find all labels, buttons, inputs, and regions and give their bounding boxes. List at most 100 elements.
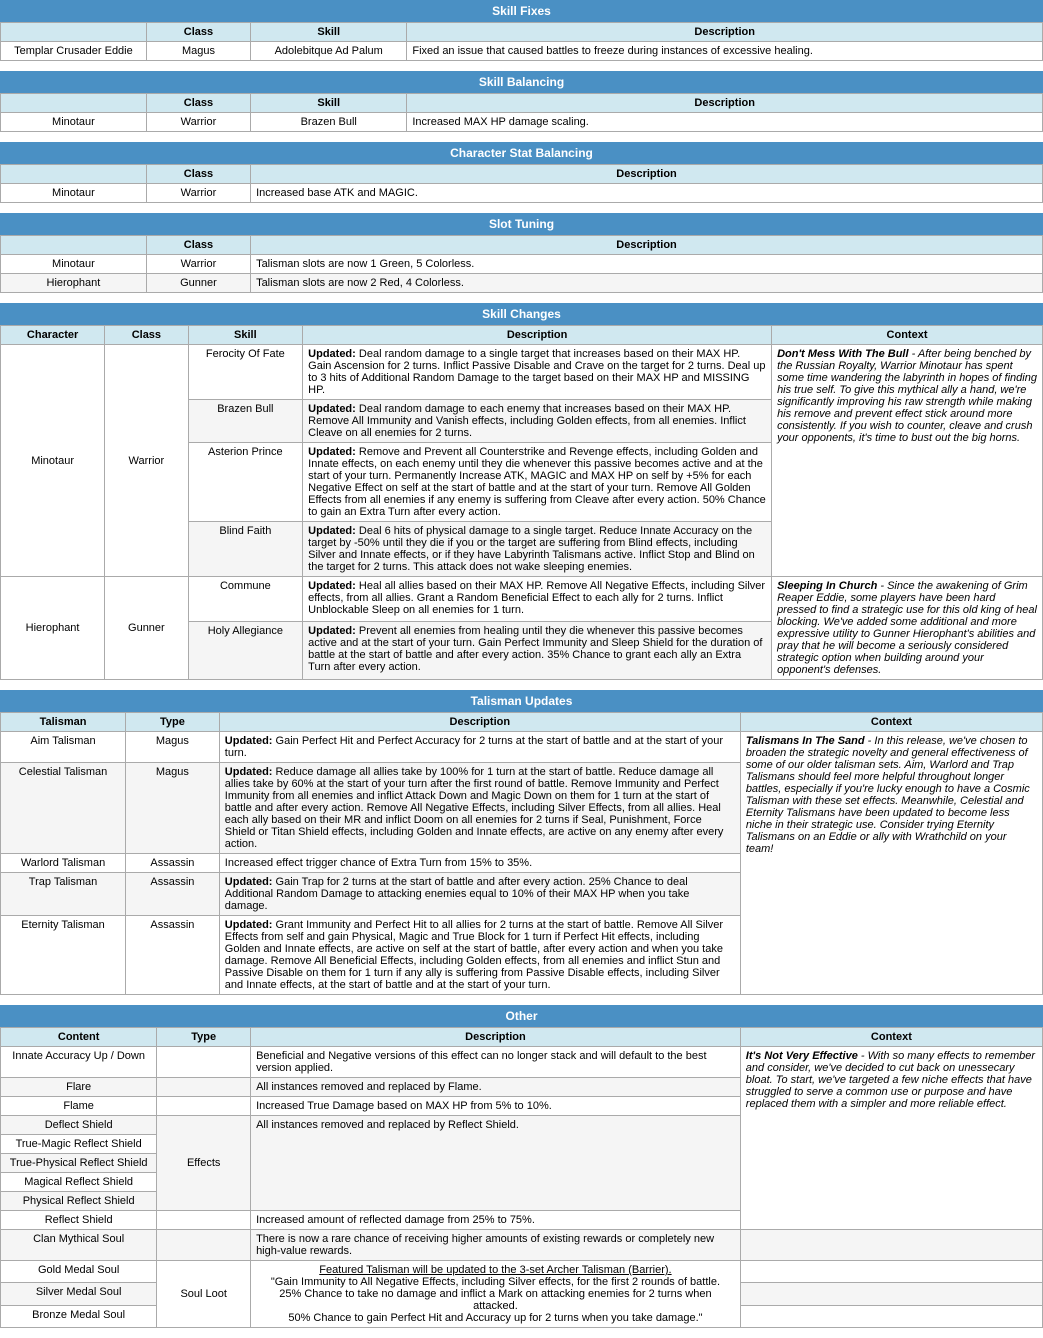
description: All instances removed and replaced by Re… (251, 1116, 741, 1211)
char-stat-header: Character Stat Balancing (0, 142, 1043, 164)
content-type (157, 1230, 251, 1261)
col-skill: Skill (251, 94, 407, 113)
table-row: Gold Medal Soul Soul Loot Featured Talis… (1, 1261, 1043, 1283)
col-description: Description (303, 326, 772, 345)
description: Increased MAX HP damage scaling. (407, 113, 1043, 132)
table-row: Minotaur Warrior Increased base ATK and … (1, 184, 1043, 203)
talisman-name: Trap Talisman (1, 873, 126, 916)
context-text: Don't Mess With The Bull - After being b… (772, 345, 1043, 577)
description: Updated: Gain Trap for 2 turns at the st… (219, 873, 740, 916)
skill-changes-section: Skill Changes Character Class Skill Desc… (0, 303, 1043, 680)
content-type: Soul Loot (157, 1261, 251, 1328)
col-skill: Skill (251, 23, 407, 42)
skill-name: Blind Faith (188, 522, 303, 577)
col-type: Type (126, 713, 220, 732)
col-content: Content (1, 1028, 157, 1047)
talisman-type: Magus (126, 763, 220, 854)
description: Updated: Prevent all enemies from healin… (303, 622, 772, 680)
col-context: Context (740, 713, 1042, 732)
skill-name: Asterion Prince (188, 443, 303, 522)
talisman-type: Assassin (126, 854, 220, 873)
class-name: Warrior (146, 255, 250, 274)
content-name: Reflect Shield (1, 1211, 157, 1230)
skill-balancing-header: Skill Balancing (0, 71, 1043, 93)
context-text: Sleeping In Church - Since the awakening… (772, 577, 1043, 680)
content-name: Deflect Shield (1, 1116, 157, 1135)
talisman-updates-header: Talisman Updates (0, 690, 1043, 712)
character-name: Minotaur (1, 255, 147, 274)
col-description: Description (407, 23, 1043, 42)
description: There is now a rare chance of receiving … (251, 1230, 741, 1261)
description: Increased effect trigger chance of Extra… (219, 854, 740, 873)
talisman-updates-section: Talisman Updates Talisman Type Descripti… (0, 690, 1043, 995)
description: All instances removed and replaced by Fl… (251, 1078, 741, 1097)
context-placeholder (740, 1230, 1042, 1261)
class-name: Warrior (146, 184, 250, 203)
table-row: Hierophant Gunner Commune Updated: Heal … (1, 577, 1043, 622)
content-name: Bronze Medal Soul (1, 1305, 157, 1327)
description: Increased amount of reflected damage fro… (251, 1211, 741, 1230)
character-name: Minotaur (1, 113, 147, 132)
talisman-name: Celestial Talisman (1, 763, 126, 854)
description: Updated: Deal 6 hits of physical damage … (303, 522, 772, 577)
skill-fixes-table: Class Skill Description Templar Crusader… (0, 22, 1043, 61)
talisman-type: Assassin (126, 916, 220, 995)
table-row: Innate Accuracy Up / Down Beneficial and… (1, 1047, 1043, 1078)
content-name: Flare (1, 1078, 157, 1097)
slot-tuning-header: Slot Tuning (0, 213, 1043, 235)
col-talisman: Talisman (1, 713, 126, 732)
character-name: Hierophant (1, 274, 147, 293)
talisman-name: Warlord Talisman (1, 854, 126, 873)
description: Updated: Reduce damage all allies take b… (219, 763, 740, 854)
skill-name: Adolebitque Ad Palum (251, 42, 407, 61)
col-skill: Skill (188, 326, 303, 345)
col-context: Context (740, 1028, 1042, 1047)
content-name: Gold Medal Soul (1, 1261, 157, 1283)
description: Updated: Heal all allies based on their … (303, 577, 772, 622)
content-name: Physical Reflect Shield (1, 1192, 157, 1211)
context-placeholder (740, 1261, 1042, 1283)
skill-balancing-section: Skill Balancing Class Skill Description … (0, 71, 1043, 132)
character-name: Templar Crusader Eddie (1, 42, 147, 61)
talisman-type: Magus (126, 732, 220, 763)
description: Updated: Gain Perfect Hit and Perfect Ac… (219, 732, 740, 763)
skill-name: Holy Allegiance (188, 622, 303, 680)
class-name: Warrior (146, 113, 250, 132)
table-row: Minotaur Warrior Talisman slots are now … (1, 255, 1043, 274)
col-class: Class (105, 326, 188, 345)
col-description: Description (407, 94, 1043, 113)
col-description: Description (219, 713, 740, 732)
skill-name: Brazen Bull (188, 400, 303, 443)
content-type (157, 1097, 251, 1116)
skill-changes-header: Skill Changes (0, 303, 1043, 325)
slot-tuning-table: Class Description Minotaur Warrior Talis… (0, 235, 1043, 293)
context-text: Talismans In The Sand - In this release,… (740, 732, 1042, 995)
context-text: It's Not Very Effective - With so many e… (740, 1047, 1042, 1230)
description: Updated: Deal random damage to a single … (303, 345, 772, 400)
description: Increased base ATK and MAGIC. (251, 184, 1043, 203)
other-table: Content Type Description Context Innate … (0, 1027, 1043, 1328)
character-name: Hierophant (1, 577, 105, 680)
col-description: Description (251, 165, 1043, 184)
content-name: Magical Reflect Shield (1, 1173, 157, 1192)
col-class: Class (146, 94, 250, 113)
class-name: Gunner (105, 577, 188, 680)
table-row: Templar Crusader Eddie Magus Adolebitque… (1, 42, 1043, 61)
skill-fixes-section: Skill Fixes Class Skill Description Temp… (0, 0, 1043, 61)
content-name: Flame (1, 1097, 157, 1116)
col-class: Class (146, 236, 250, 255)
content-type (157, 1211, 251, 1230)
character-name: Minotaur (1, 345, 105, 577)
talisman-updates-table: Talisman Type Description Context Aim Ta… (0, 712, 1043, 995)
context-placeholder (740, 1283, 1042, 1305)
description: Updated: Grant Immunity and Perfect Hit … (219, 916, 740, 995)
skill-balancing-table: Class Skill Description Minotaur Warrior… (0, 93, 1043, 132)
class-name: Gunner (146, 274, 250, 293)
col-description: Description (251, 1028, 741, 1047)
content-type (157, 1047, 251, 1078)
class-name: Warrior (105, 345, 188, 577)
context-placeholder (740, 1305, 1042, 1327)
content-type (157, 1078, 251, 1097)
table-row: Aim Talisman Magus Updated: Gain Perfect… (1, 732, 1043, 763)
content-name: Clan Mythical Soul (1, 1230, 157, 1261)
